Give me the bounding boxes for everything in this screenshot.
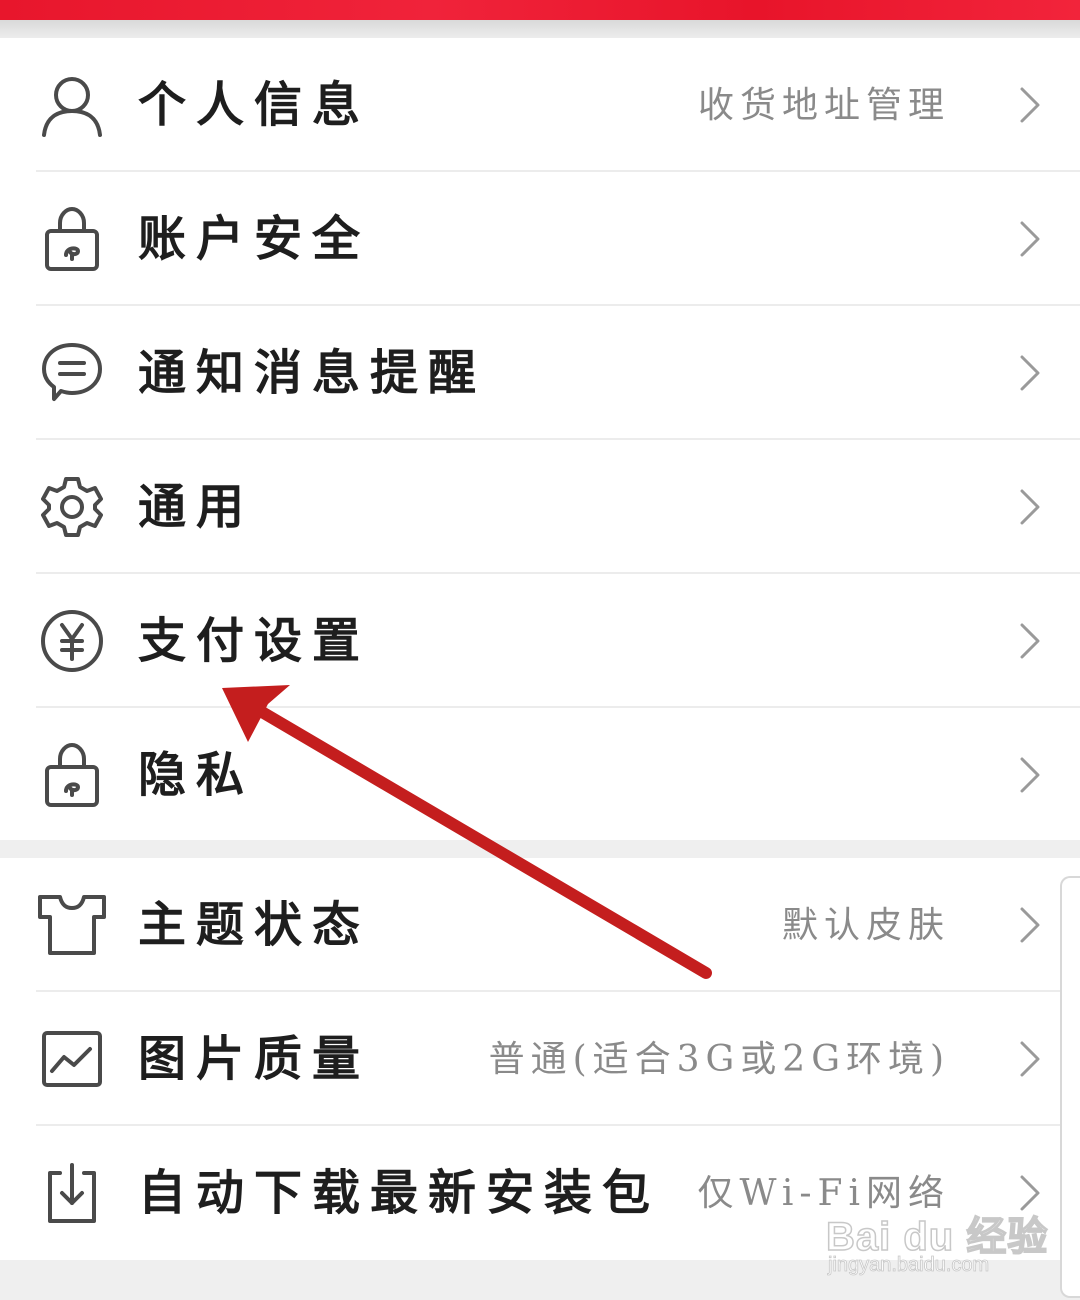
chevron-right-icon [1018,755,1042,795]
download-icon [36,1159,108,1227]
lock-icon [36,741,108,809]
row-value-address-management: 收货地址管理 [697,85,950,126]
row-label: 账户安全 [138,211,371,267]
chevron-right-icon [1018,621,1042,661]
settings-page: 个人信息 收货地址管理 账户安全 通知消息提醒 通用 支付设置 隐私 主题状态 … [0,0,1080,1300]
image-icon [36,1025,108,1093]
chevron-right-icon [1018,1039,1042,1079]
row-value-default-skin: 默认皮肤 [781,905,950,946]
row-label: 个人信息 [138,77,371,133]
settings-row-theme[interactable]: 主题状态 默认皮肤 [0,858,1080,992]
row-label: 主题状态 [138,897,371,953]
settings-row-notifications[interactable]: 通知消息提醒 [0,306,1080,440]
row-label: 隐私 [138,747,255,803]
tshirt-icon [36,891,108,959]
chevron-right-icon [1018,487,1042,527]
settings-group-account: 个人信息 收货地址管理 账户安全 通知消息提醒 通用 支付设置 隐私 [0,38,1080,840]
top-banner [0,0,1080,20]
side-scroll-handle[interactable] [1060,876,1080,1298]
chevron-right-icon [1018,905,1042,945]
lock-icon [36,205,108,273]
settings-row-general[interactable]: 通用 [0,440,1080,574]
row-label: 自动下载最新安装包 [138,1165,661,1221]
row-label: 通用 [138,479,255,535]
settings-row-account-security[interactable]: 账户安全 [0,172,1080,306]
chevron-right-icon [1018,85,1042,125]
row-label: 通知消息提醒 [138,345,487,401]
settings-row-payment[interactable]: 支付设置 [0,574,1080,708]
chevron-right-icon [1018,219,1042,259]
chevron-right-icon [1018,1173,1042,1213]
user-icon [36,71,108,139]
settings-group-display: 主题状态 默认皮肤 图片质量 普通(适合3G或2G环境) 自动下载最新安装包 仅… [0,858,1080,1260]
yen-icon [36,607,108,675]
settings-row-auto-download[interactable]: 自动下载最新安装包 仅Wi-Fi网络 [0,1126,1080,1260]
settings-row-personal-info[interactable]: 个人信息 收货地址管理 [0,38,1080,172]
chevron-right-icon [1018,353,1042,393]
row-label: 图片质量 [138,1031,371,1087]
chat-bubble-icon [36,339,108,407]
row-label: 支付设置 [138,613,371,669]
row-value-image-quality: 普通(适合3G或2G环境) [488,1039,950,1080]
row-value-wifi-only: 仅Wi-Fi网络 [697,1173,950,1214]
banner-shadow [0,20,1080,40]
gear-icon [36,473,108,541]
settings-row-privacy[interactable]: 隐私 [0,708,1080,842]
settings-row-image-quality[interactable]: 图片质量 普通(适合3G或2G环境) [0,992,1080,1126]
